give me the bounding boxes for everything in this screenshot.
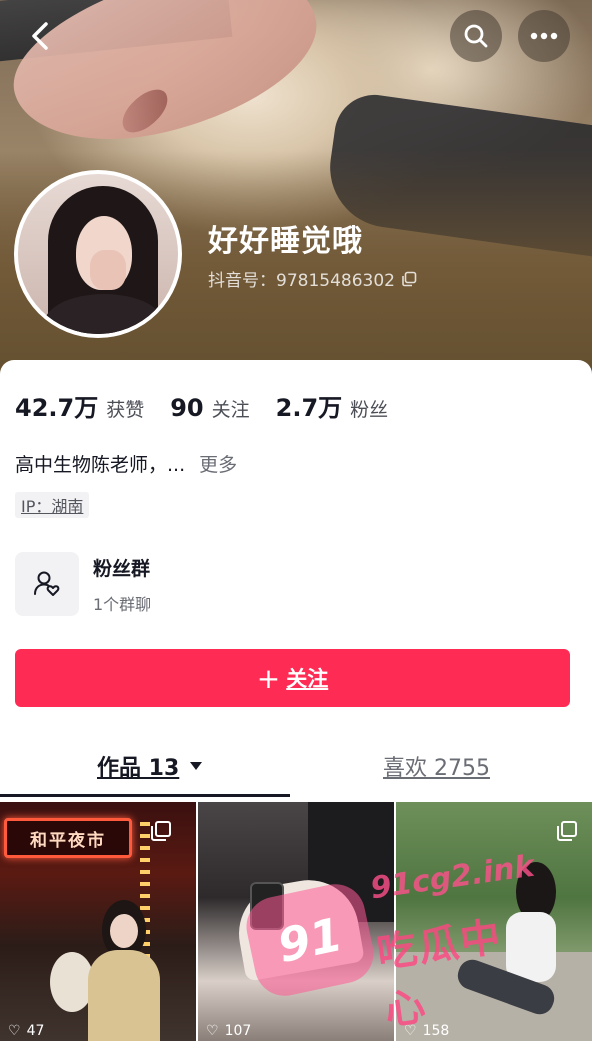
- stats-row: 42.7万 获赞 90 关注 2.7万 粉丝: [15, 388, 388, 423]
- fan-group-title: 粉丝群: [93, 557, 151, 580]
- avatar[interactable]: [14, 170, 182, 338]
- bio: 高中生物陈老师，... 更多: [15, 450, 237, 477]
- video-thumbnail[interactable]: 和平夜市 ♡ 47: [0, 802, 196, 1041]
- video-thumbnail[interactable]: ♡ 158: [396, 802, 592, 1041]
- heart-icon: ♡: [404, 1023, 417, 1039]
- stat-number: 42.7万: [15, 394, 99, 422]
- like-count: ♡ 158: [404, 1023, 450, 1039]
- search-icon: [464, 24, 488, 48]
- stat-likes[interactable]: 42.7万 获赞: [15, 388, 144, 423]
- search-button[interactable]: [450, 10, 502, 62]
- fan-group-icon-box: [15, 552, 79, 616]
- bio-more-link[interactable]: 更多: [199, 450, 237, 477]
- tab-indicator: [0, 794, 290, 797]
- heart-icon: ♡: [206, 1023, 219, 1039]
- fan-group-text: 粉丝群 1个群聊: [93, 554, 151, 615]
- tab-likes[interactable]: 喜欢 2755: [383, 750, 490, 782]
- stat-following[interactable]: 90 关注: [170, 394, 249, 422]
- ip-location-tag: IP：湖南: [15, 492, 90, 518]
- stat-label: 关注: [211, 399, 250, 421]
- stat-label: 粉丝: [350, 399, 389, 421]
- tab-works[interactable]: 作品 13: [97, 750, 203, 782]
- video-thumbnail[interactable]: ♡ 107: [198, 802, 394, 1041]
- like-count: ♡ 107: [206, 1023, 252, 1039]
- follow-button-label: 关注: [286, 667, 329, 691]
- douyin-id-text: 抖音号：97815486302: [208, 271, 395, 291]
- follow-button[interactable]: + 关注: [15, 649, 570, 707]
- back-button[interactable]: [22, 16, 58, 56]
- heart-icon: ♡: [8, 1023, 21, 1039]
- dropdown-triangle-icon[interactable]: [189, 761, 203, 771]
- stat-followers[interactable]: 2.7万 粉丝: [276, 388, 389, 423]
- plus-icon: +: [256, 661, 281, 695]
- douyin-id[interactable]: 抖音号：97815486302: [208, 266, 417, 291]
- night-market-sign: 和平夜市: [4, 818, 132, 858]
- nickname: 好好睡觉哦: [208, 224, 363, 259]
- content-tabs: 作品 13 喜欢 2755: [0, 746, 592, 798]
- stat-number: 90: [170, 394, 204, 422]
- multi-image-icon: [557, 821, 577, 841]
- like-count: ♡ 47: [8, 1023, 45, 1039]
- copy-icon[interactable]: [401, 271, 417, 287]
- stat-number: 2.7万: [275, 394, 343, 422]
- fan-group-subtitle: 1个群聊: [93, 594, 152, 614]
- more-icon: [530, 32, 558, 40]
- more-button[interactable]: [518, 10, 570, 62]
- tab-works-label: 作品 13: [97, 756, 180, 781]
- video-grid: 和平夜市 ♡ 47 ♡ 107 ♡ 158: [0, 802, 592, 1041]
- multi-image-icon: [151, 821, 171, 841]
- fan-group-entry[interactable]: 粉丝群 1个群聊: [15, 552, 151, 616]
- back-icon: [32, 22, 48, 50]
- stat-label: 获赞: [106, 399, 145, 421]
- fan-group-icon: [34, 571, 60, 596]
- bio-text: 高中生物陈老师，...: [15, 454, 186, 476]
